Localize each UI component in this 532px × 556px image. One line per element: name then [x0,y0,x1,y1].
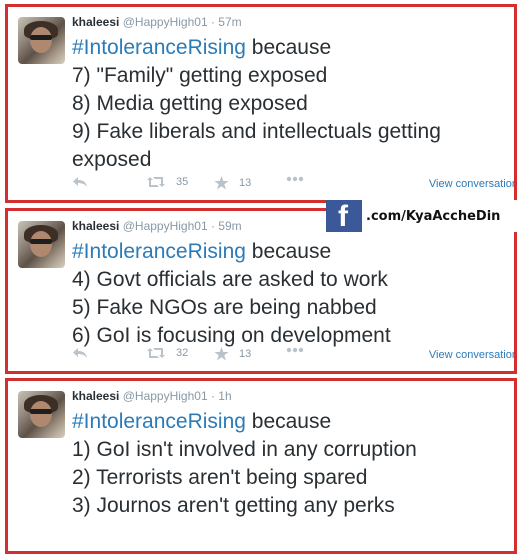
view-conversation-link[interactable]: View conversation [429,349,514,361]
favorite-button[interactable]: 13 [214,347,251,361]
tweet-line: 7) "Family" getting exposed [72,64,328,87]
retweet-icon [147,177,165,187]
timestamp[interactable]: · 57m [211,15,242,29]
tweet-line: 6) GoI is focusing on development [72,324,391,347]
favorite-count: 13 [239,177,252,189]
tweet-line: 3) Journos aren't getting any perks [72,494,395,517]
hashtag-link[interactable]: #IntoleranceRising [72,410,246,433]
tweet-line: 4) Govt officials are asked to work [72,268,388,291]
tweet-header: khaleesi @HappyHigh01 · 59m [72,219,242,233]
tweet-line: 2) Terrorists aren't being spared [72,466,368,489]
display-name[interactable]: khaleesi [72,389,119,403]
tweet-card: khaleesi @HappyHigh01 · 59m #Intolerance… [5,208,517,374]
avatar[interactable] [18,391,65,438]
retweet-button[interactable]: 35 [146,176,188,188]
more-dots-icon [286,176,304,182]
reply-button[interactable] [72,347,88,359]
tweet-text: #IntoleranceRising because 1) GoI isn't … [72,408,512,520]
timestamp[interactable]: · 59m [211,219,242,233]
tweet-text-segment: because [245,240,332,263]
tweet-text: #IntoleranceRising because 4) Govt offic… [72,238,512,350]
tweet-line: 1) GoI isn't involved in any corruption [72,438,417,461]
retweet-button[interactable]: 32 [146,347,188,359]
tweet-line: 9) Fake liberals and intellectuals getti… [72,120,441,171]
tweet-card: khaleesi @HappyHigh01 · 1h #IntoleranceR… [5,378,517,554]
tweet-header: khaleesi @HappyHigh01 · 57m [72,15,242,29]
retweet-count: 32 [176,347,189,359]
favorite-count: 13 [239,348,252,360]
more-options-button[interactable] [286,176,304,182]
tweet-line: 5) Fake NGOs are being nabbed [72,296,377,319]
avatar[interactable] [18,221,65,268]
display-name[interactable]: khaleesi [72,219,119,233]
facebook-logo-icon: f [326,200,362,233]
more-options-button[interactable] [286,347,304,353]
star-icon [214,176,229,190]
retweet-icon [147,348,165,358]
view-conversation-link[interactable]: View conversation [429,178,514,190]
avatar[interactable] [18,17,65,64]
reply-button[interactable] [72,176,88,188]
display-name[interactable]: khaleesi [72,15,119,29]
timestamp[interactable]: · 1h [211,389,232,403]
hashtag-link[interactable]: #IntoleranceRising [72,36,246,59]
retweet-count: 35 [176,176,189,188]
tweet-text-segment: because [245,410,332,433]
tweet-header: khaleesi @HappyHigh01 · 1h [72,389,232,403]
tweet-card: khaleesi @HappyHigh01 · 57m #Intolerance… [5,4,517,203]
user-handle[interactable]: @HappyHigh01 [123,219,208,233]
watermark-text: .com/KyaAccheDin [366,208,501,224]
more-dots-icon [286,347,304,353]
tweet-line: 8) Media getting exposed [72,92,308,115]
facebook-watermark: f .com/KyaAccheDin [326,200,526,233]
user-handle[interactable]: @HappyHigh01 [123,15,208,29]
user-handle[interactable]: @HappyHigh01 [123,389,208,403]
tweet-text: #IntoleranceRising because 7) "Family" g… [72,34,512,174]
star-icon [214,347,229,361]
favorite-button[interactable]: 13 [214,176,251,190]
reply-icon [73,348,87,358]
hashtag-link[interactable]: #IntoleranceRising [72,240,246,263]
tweet-text-segment: because [245,36,332,59]
reply-icon [73,177,87,187]
